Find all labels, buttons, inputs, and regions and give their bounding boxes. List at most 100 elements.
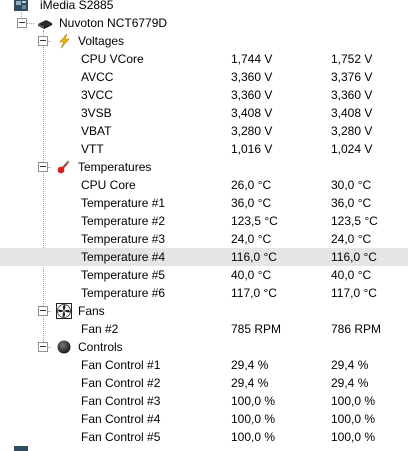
temperatures-sensor-row[interactable]: CPU Core 26,0 °C 30,0 °C — [0, 176, 408, 194]
sensor-max: 100,0 % — [331, 394, 376, 408]
sensor-max: 1,024 V — [331, 142, 373, 156]
collapse-toggle-fans[interactable] — [38, 306, 48, 316]
sensor-max: 3,408 V — [331, 106, 373, 120]
fans-label: Fans — [78, 304, 105, 318]
sensor-max: 24,0 °C — [331, 232, 372, 246]
tree-row-chip[interactable]: Nuvoton NCT6779D — [0, 14, 408, 32]
control-knob-icon — [56, 339, 72, 355]
fan-icon — [56, 303, 72, 319]
temperatures-sensor-row[interactable]: Temperature #1 36,0 °C 36,0 °C — [0, 194, 408, 212]
board-label: iMedia S2885 — [40, 0, 114, 12]
tree-group-fans[interactable]: Fans — [0, 302, 408, 320]
sensor-name: VTT — [81, 142, 104, 156]
controls-sensor-row[interactable]: Fan Control #2 29,4 % 29,4 % — [0, 374, 408, 392]
sensor-value: 123,5 °C — [231, 214, 278, 228]
motherboard-icon — [13, 0, 29, 13]
sensor-name: 3VSB — [81, 106, 112, 120]
controls-label: Controls — [78, 340, 123, 354]
temperatures-sensor-row[interactable]: Temperature #2 123,5 °C 123,5 °C — [0, 212, 408, 230]
sensor-value: 100,0 % — [231, 412, 276, 426]
sensor-value: 117,0 °C — [231, 286, 277, 300]
temperatures-sensor-row[interactable]: Temperature #5 40,0 °C 40,0 °C — [0, 266, 408, 284]
sensor-name: Temperature #4 — [81, 250, 166, 264]
sensor-max: 30,0 °C — [331, 178, 372, 192]
sensor-name: Fan Control #2 — [81, 376, 161, 390]
controls-sensor-row[interactable]: Fan Control #1 29,4 % 29,4 % — [0, 356, 408, 374]
sensor-name: CPU Core — [81, 178, 136, 192]
controls-sensor-row[interactable]: Fan Control #4 100,0 % 100,0 % — [0, 410, 408, 428]
voltages-sensor-row[interactable]: CPU VCore 1,744 V 1,752 V — [0, 50, 408, 68]
sensor-name: Temperature #2 — [81, 214, 166, 228]
sensor-max: 117,0 °C — [331, 286, 377, 300]
lightning-icon — [56, 33, 72, 49]
sensor-value: 3,280 V — [231, 124, 273, 138]
sensor-max: 40,0 °C — [331, 268, 372, 282]
sensor-max: 36,0 °C — [331, 196, 372, 210]
temperatures-sensor-row[interactable]: Temperature #4 116,0 °C 116,0 °C — [0, 248, 408, 266]
tree-row-next-partial[interactable] — [0, 446, 408, 451]
sensor-value: 1,016 V — [231, 142, 273, 156]
sensor-max: 116,0 °C — [331, 250, 377, 264]
voltages-label: Voltages — [78, 34, 125, 48]
chip-label: Nuvoton NCT6779D — [59, 16, 168, 30]
sensor-value: 1,744 V — [231, 52, 273, 66]
sensor-name: Fan Control #5 — [81, 430, 161, 444]
sensor-max: 786 RPM — [331, 322, 382, 336]
collapse-toggle-temperatures[interactable] — [38, 162, 48, 172]
controls-sensor-row[interactable]: Fan Control #3 100,0 % 100,0 % — [0, 392, 408, 410]
sensor-value: 36,0 °C — [231, 196, 272, 210]
sensor-name: Temperature #1 — [81, 196, 166, 210]
sensor-value: 40,0 °C — [231, 268, 272, 282]
tree-group-controls[interactable]: Controls — [0, 338, 408, 356]
sensor-value: 3,360 V — [231, 88, 273, 102]
sensor-value: 116,0 °C — [231, 250, 277, 264]
collapse-toggle-controls[interactable] — [38, 342, 48, 352]
sensor-max: 100,0 % — [331, 430, 376, 444]
voltages-sensor-row[interactable]: VTT 1,016 V 1,024 V — [0, 140, 408, 158]
controls-sensor-row[interactable]: Fan Control #5 100,0 % 100,0 % — [0, 428, 408, 446]
collapse-toggle-voltages[interactable] — [38, 36, 48, 46]
sensor-value: 3,408 V — [231, 106, 273, 120]
temperatures-sensor-row[interactable]: Temperature #3 24,0 °C 24,0 °C — [0, 230, 408, 248]
temperatures-label: Temperatures — [78, 160, 152, 174]
sensor-value: 100,0 % — [231, 394, 276, 408]
temperatures-sensor-row[interactable]: Temperature #6 117,0 °C 117,0 °C — [0, 284, 408, 302]
sensor-max: 3,360 V — [331, 88, 373, 102]
sensor-max: 100,0 % — [331, 412, 376, 426]
sensor-max: 3,280 V — [331, 124, 373, 138]
sensor-name: CPU VCore — [81, 52, 144, 66]
sensor-name: AVCC — [81, 70, 114, 84]
sensor-name: Fan Control #4 — [81, 412, 161, 426]
sensor-value: 785 RPM — [231, 322, 282, 336]
sensor-value: 29,4 % — [231, 376, 269, 390]
sensor-max: 3,376 V — [331, 70, 373, 84]
voltages-sensor-row[interactable]: 3VSB 3,408 V 3,408 V — [0, 104, 408, 122]
sensor-max: 1,752 V — [331, 52, 373, 66]
voltages-sensor-row[interactable]: 3VCC 3,360 V 3,360 V — [0, 86, 408, 104]
voltages-sensor-row[interactable]: AVCC 3,360 V 3,376 V — [0, 68, 408, 86]
sensor-value: 3,360 V — [231, 70, 273, 84]
sensor-max: 29,4 % — [331, 358, 369, 372]
tree-group-voltages[interactable]: Voltages — [0, 32, 408, 50]
voltages-sensor-row[interactable]: VBAT 3,280 V 3,280 V — [0, 122, 408, 140]
next-node-icon — [13, 446, 29, 451]
sensor-name: VBAT — [81, 124, 112, 138]
sensor-max: 123,5 °C — [331, 214, 378, 228]
collapse-toggle-chip[interactable] — [17, 18, 27, 28]
sensor-max: 29,4 % — [331, 376, 369, 390]
sensor-name: Temperature #6 — [81, 286, 166, 300]
sensor-value: 29,4 % — [231, 358, 269, 372]
fans-sensor-row[interactable]: Fan #2 785 RPM 786 RPM — [0, 320, 408, 338]
thermometer-icon — [56, 159, 72, 175]
tree-row-board[interactable]: iMedia S2885 — [0, 0, 408, 14]
sensor-name: Temperature #5 — [81, 268, 166, 282]
sensor-value: 26,0 °C — [231, 178, 272, 192]
tree-group-temperatures[interactable]: Temperatures — [0, 158, 408, 176]
sensor-name: Temperature #3 — [81, 232, 166, 246]
sensor-value: 100,0 % — [231, 430, 276, 444]
sensor-name: Fan Control #3 — [81, 394, 161, 408]
chip-icon — [37, 15, 53, 31]
sensor-name: 3VCC — [81, 88, 114, 102]
sensor-name: Fan Control #1 — [81, 358, 161, 372]
sensor-name: Fan #2 — [81, 322, 119, 336]
